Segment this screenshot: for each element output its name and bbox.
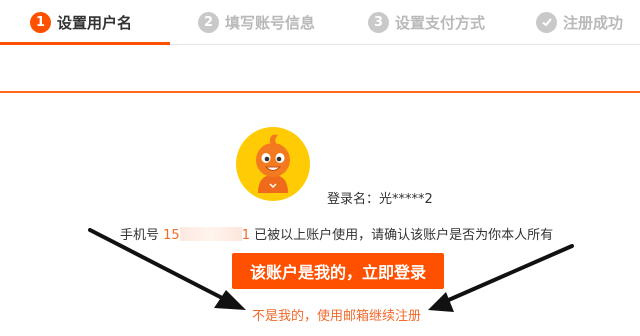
account-confirm-panel: [0, 93, 640, 336]
phone-notice-text: 已被以上账户使用，请确认该账户是否为你本人所有: [254, 228, 554, 243]
header-band: [0, 45, 640, 93]
step-number-badge: 2: [198, 11, 219, 33]
step-label: 设置支付方式: [395, 13, 486, 32]
phone-prefix: 手机号: [120, 228, 160, 243]
step-fill-account-info: 2 填写账号信息: [198, 9, 315, 35]
phone-notice: 手机号 15 1 已被以上账户使用，请确认该账户是否为你本人所有: [120, 224, 553, 243]
phone-number-end: 1: [241, 228, 250, 243]
step-registration-success: 注册成功: [536, 9, 623, 35]
register-with-email-link[interactable]: 不是我的，使用邮箱继续注册: [252, 305, 421, 324]
step-number-badge: 1: [30, 11, 51, 33]
step-label: 填写账号信息: [225, 13, 316, 32]
mascot-avatar: [236, 127, 310, 201]
step-set-payment: 3 设置支付方式: [368, 9, 485, 35]
phone-mask-blur: [179, 227, 242, 241]
step-set-username: 1 设置用户名: [30, 9, 132, 35]
login-name: 登录名：光*****2: [327, 192, 433, 207]
phone-number-start: 15: [163, 228, 180, 243]
step-label: 设置用户名: [57, 13, 133, 32]
step-number-badge: 3: [368, 11, 389, 33]
registration-steps: 1 设置用户名 2 填写账号信息 3 设置支付方式 注册成功: [0, 0, 640, 45]
step-label: 注册成功: [563, 13, 624, 32]
check-icon: [536, 11, 557, 33]
login-now-button[interactable]: 该账户是我的，立即登录: [232, 253, 444, 289]
